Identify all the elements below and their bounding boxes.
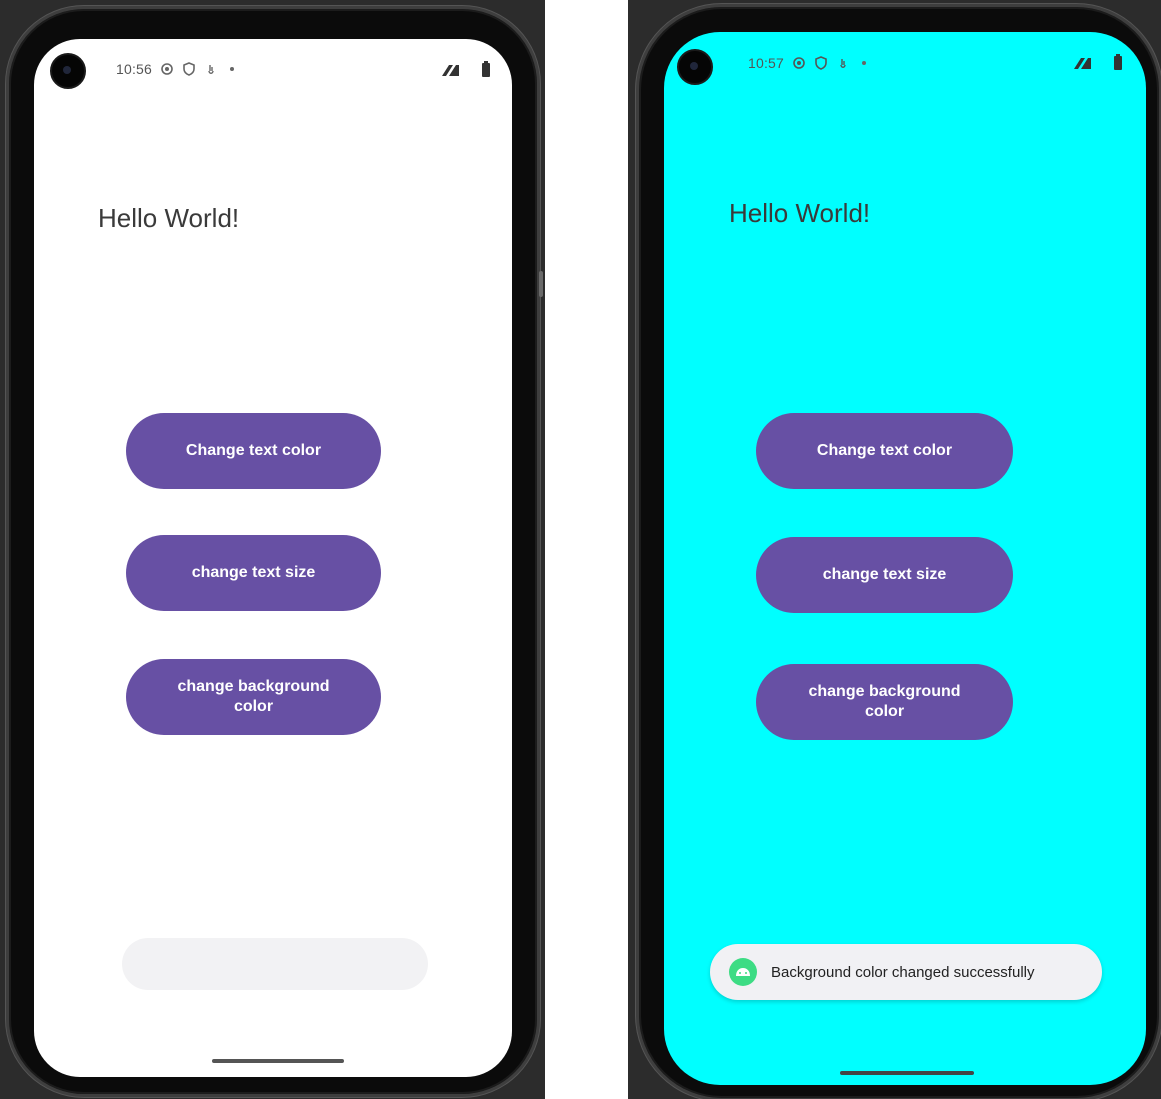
button-label: change text size [822, 566, 947, 583]
change-text-size-button[interactable]: change text size [756, 537, 1013, 613]
phone-frame: 10:56 Hello World! Change text color cha… [6, 6, 543, 1097]
hello-text: Hello World! [98, 203, 240, 233]
change-text-color-button[interactable]: Change text color [756, 413, 1013, 489]
status-right [1072, 54, 1122, 70]
home-indicator[interactable] [212, 1059, 344, 1063]
button-label: Change text color [185, 442, 322, 459]
status-time: 10:57 [748, 55, 785, 71]
battery-icon [482, 61, 490, 77]
hand-icon [208, 65, 214, 74]
power-button [539, 271, 543, 297]
notification-dot-icon [862, 61, 867, 65]
home-indicator[interactable] [840, 1071, 974, 1075]
right-panel: 10:57 Hello World! Change text color cha… [628, 0, 1161, 1099]
android-icon [729, 958, 757, 986]
change-text-color-button[interactable]: Change text color [126, 413, 381, 489]
status-bar: 10:56 [116, 61, 235, 77]
phone-screen: 10:56 Hello World! Change text color cha… [34, 39, 512, 1077]
shield-icon [815, 56, 827, 70]
notification-dot-icon [230, 67, 235, 71]
shield-icon [183, 62, 195, 76]
hand-icon [840, 59, 846, 68]
front-camera-icon [677, 49, 713, 85]
button-label: change background color [808, 683, 961, 720]
change-text-size-button[interactable]: change text size [126, 535, 381, 611]
button-label: Change text color [816, 442, 953, 459]
settings-icon [793, 57, 805, 69]
toast-message: Background color changed successfully [710, 944, 1102, 1000]
status-bar: 10:57 [748, 55, 867, 71]
button-label: change text size [191, 564, 316, 581]
change-background-color-button[interactable]: change background color [126, 659, 381, 735]
left-panel: 10:56 Hello World! Change text color cha… [0, 0, 545, 1099]
network-icon [442, 65, 459, 76]
front-camera-icon [50, 53, 86, 89]
status-right [440, 61, 490, 77]
settings-icon [161, 63, 173, 75]
button-label: change background color [177, 678, 330, 715]
network-icon [1074, 58, 1091, 69]
toast-text: Background color changed successfully [771, 963, 1035, 981]
battery-icon [1114, 54, 1122, 70]
comparison-canvas: 10:56 Hello World! Change text color cha… [0, 0, 1161, 1099]
status-time: 10:56 [116, 61, 153, 77]
toast-placeholder [122, 938, 428, 990]
hello-text: Hello World! [729, 198, 871, 228]
phone-frame: 10:57 Hello World! Change text color cha… [636, 4, 1161, 1099]
phone-screen: 10:57 Hello World! Change text color cha… [664, 32, 1146, 1085]
change-background-color-button[interactable]: change background color [756, 664, 1013, 740]
